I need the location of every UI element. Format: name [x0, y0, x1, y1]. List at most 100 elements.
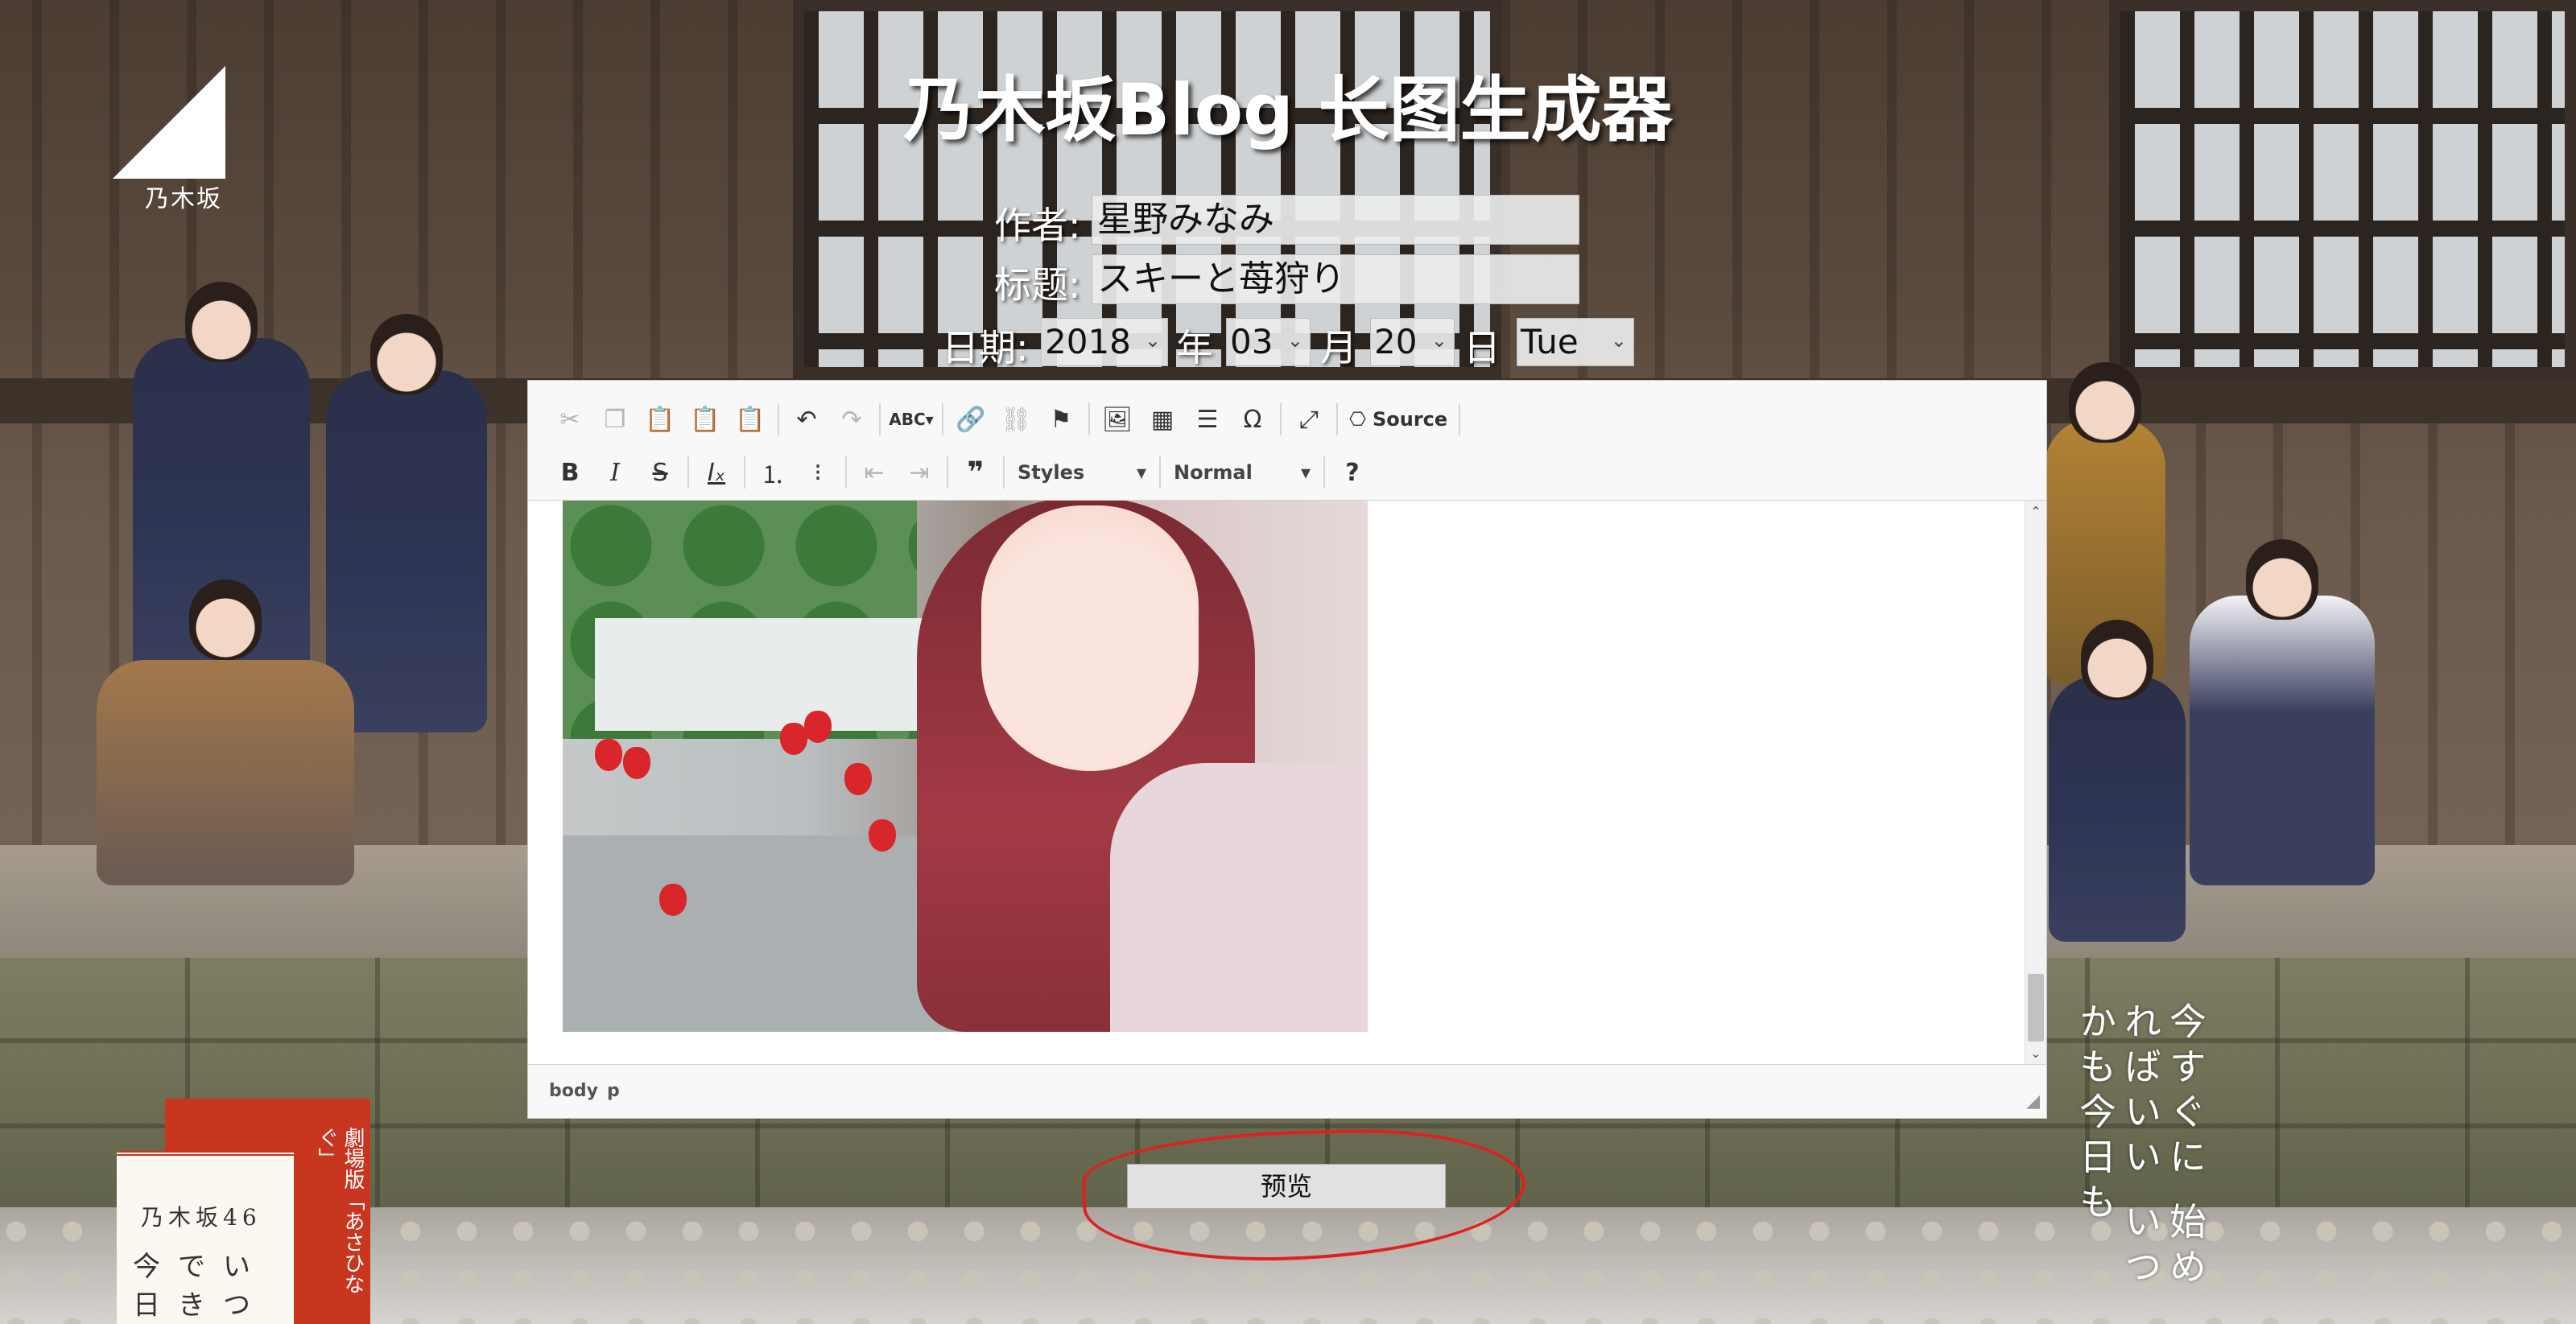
year-suffix: 年 — [1176, 326, 1213, 369]
scrollbar-thumb[interactable] — [2028, 974, 2044, 1041]
person-figure — [2190, 539, 2375, 885]
date-label: 日期: — [942, 326, 1029, 369]
title-label: 标题: — [994, 263, 1081, 307]
poster-red-text: 劇場版「あさひなぐ」 — [315, 1127, 365, 1294]
link-icon[interactable]: 🔗 — [948, 398, 993, 440]
maximize-icon[interactable]: ⤢ — [1286, 398, 1331, 440]
toolbar-separator — [1323, 456, 1325, 489]
editor-statusbar: body p ◢ — [528, 1064, 2046, 1118]
photo-strawberry — [804, 711, 832, 743]
preview-button[interactable]: 预览 — [1127, 1164, 1446, 1209]
day-select[interactable]: 20 ⌄ — [1370, 318, 1455, 366]
toolbar-separator — [1336, 403, 1338, 435]
image-icon[interactable]: 🖼 — [1095, 398, 1140, 440]
person-figure — [97, 580, 354, 885]
photo-person-sweater — [1110, 763, 1368, 1032]
cut-icon[interactable]: ✂ — [547, 398, 592, 440]
photo-strawberry — [595, 739, 622, 771]
poster-card-line: 日きつ — [133, 1289, 268, 1322]
path-p[interactable]: p — [607, 1081, 620, 1101]
toolbar-separator — [1159, 456, 1161, 489]
unlink-icon[interactable]: ⛓ — [993, 398, 1038, 440]
photo-strawberry — [659, 884, 687, 916]
styles-dropdown[interactable]: Styles ▾ — [1009, 455, 1154, 490]
person-figure — [2049, 620, 2186, 942]
title-input[interactable]: スキーと苺狩り — [1092, 254, 1579, 304]
indent-icon[interactable]: ⇥ — [897, 452, 942, 493]
toolbar-row-1: ✂ ❐ 📋 📋 📋 ↶ ↷ ABC▾ 🔗 ⛓ ⚑ 🖼 ▦ ☰ Ω ⤢ ⎔ Sou — [547, 395, 1465, 443]
format-label: Normal — [1174, 461, 1253, 484]
editor-scrollbar[interactable]: ⌃ ⌄ — [2025, 501, 2046, 1064]
bold-icon[interactable]: B — [547, 452, 592, 493]
source-label: Source — [1372, 408, 1448, 431]
logo-name: 乃木坂 — [145, 185, 222, 213]
spellcheck-icon[interactable]: ABC▾ — [886, 398, 937, 440]
help-button[interactable]: ? — [1330, 452, 1375, 493]
toolbar-separator — [942, 403, 943, 435]
poster-card: 乃木坂46 今でい 日きつ — [117, 1151, 294, 1324]
chevron-down-icon: ⌄ — [1610, 329, 1627, 352]
outdent-icon[interactable]: ⇤ — [852, 452, 897, 493]
editor-toolbar: ✂ ❐ 📋 📋 📋 ↶ ↷ ABC▾ 🔗 ⛓ ⚑ 🖼 ▦ ☰ Ω ⤢ ⎔ Sou — [528, 381, 2046, 501]
photo-strawberry — [844, 763, 872, 795]
photo-strawberry — [780, 723, 807, 755]
italic-icon[interactable]: I — [592, 452, 638, 493]
paste-word-icon[interactable]: 📋 — [728, 398, 773, 440]
month-value: 03 — [1230, 322, 1274, 361]
undo-icon[interactable]: ↶ — [784, 398, 829, 440]
toolbar-separator — [1003, 456, 1005, 489]
weekday-select[interactable]: Tue ⌄ — [1517, 318, 1634, 366]
format-dropdown[interactable]: Normal ▾ — [1166, 455, 1319, 490]
person-figure — [326, 314, 487, 732]
photo-strawberry — [623, 747, 650, 779]
paste-icon[interactable]: 📋 — [638, 398, 683, 440]
blog-photo[interactable] — [563, 501, 1368, 1032]
blockquote-icon[interactable]: ❞ — [953, 452, 998, 493]
year-select[interactable]: 2018 ⌄ — [1041, 318, 1168, 366]
day-value: 20 — [1374, 322, 1418, 361]
strike-icon[interactable]: S — [638, 452, 683, 493]
scroll-down-icon[interactable]: ⌄ — [2025, 1046, 2046, 1061]
table-icon[interactable]: ▦ — [1140, 398, 1185, 440]
remove-format-icon[interactable]: Iₓ — [694, 452, 739, 493]
day-suffix: 日 — [1463, 326, 1501, 369]
page-title: 乃木坂Blog 长图生成器 — [903, 68, 1673, 151]
chevron-down-icon: ⌄ — [1430, 329, 1447, 352]
source-button[interactable]: ⎔ Source — [1343, 408, 1454, 431]
toolbar-row-2: B I S Iₓ ⒈ ⁝ ⇤ ⇥ ❞ Styles ▾ Normal ▾ ? — [547, 448, 1375, 497]
vertical-poem: 今すぐに 始めればいい いつかも今日も — [2074, 1002, 2207, 1293]
toolbar-separator — [879, 403, 881, 435]
month-select[interactable]: 03 ⌄ — [1226, 318, 1311, 366]
horizontal-rule-icon[interactable]: ☰ — [1185, 398, 1230, 440]
editor-content-area[interactable] — [528, 501, 2025, 1064]
numbered-list-icon[interactable]: ⒈ — [750, 452, 795, 493]
toolbar-separator — [778, 403, 779, 435]
photo-strawberry — [869, 819, 896, 852]
anchor-icon[interactable]: ⚑ — [1038, 398, 1084, 440]
caret-down-icon: ▾ — [1136, 461, 1146, 484]
poster-card-line: 今でい — [133, 1251, 268, 1283]
person-head — [2246, 539, 2318, 620]
toolbar-separator — [1088, 403, 1090, 435]
bulleted-list-icon[interactable]: ⁝ — [795, 452, 840, 493]
author-input[interactable]: 星野みなみ — [1092, 195, 1579, 245]
copy-icon[interactable]: ❐ — [592, 398, 638, 440]
person-head — [2069, 362, 2141, 443]
path-body[interactable]: body — [549, 1081, 598, 1101]
photo-planter — [595, 618, 941, 731]
person-head — [185, 282, 258, 362]
person-head — [2081, 620, 2153, 700]
resize-grip-icon[interactable]: ◢ — [2026, 1091, 2040, 1112]
toolbar-separator — [1280, 403, 1282, 435]
logo-number: 46 — [187, 153, 216, 179]
year-value: 2018 — [1045, 322, 1131, 361]
toolbar-separator — [845, 456, 847, 489]
chevron-down-icon: ⌄ — [1144, 329, 1161, 352]
poster-card-title: 乃木坂46 — [141, 1204, 262, 1231]
paste-text-icon[interactable]: 📋 — [683, 398, 728, 440]
redo-icon[interactable]: ↷ — [829, 398, 874, 440]
toolbar-separator — [1459, 403, 1461, 435]
special-char-icon[interactable]: Ω — [1230, 398, 1275, 440]
scroll-up-icon[interactable]: ⌃ — [2025, 504, 2046, 519]
toolbar-separator — [744, 456, 745, 489]
